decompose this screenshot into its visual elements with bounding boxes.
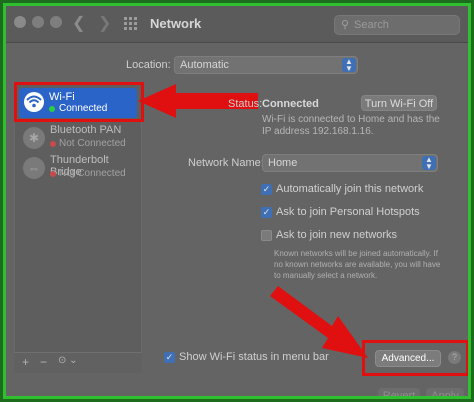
auto-join-label: Automatically join this network <box>276 183 424 195</box>
location-value: Automatic <box>180 59 229 71</box>
screenshot-frame: ❮ ❯ Network ⚲ Search Location: Automatic… <box>3 3 471 399</box>
status-dot <box>50 171 56 177</box>
sidebar-item-bluetooth-pan[interactable]: ✱ Bluetooth PAN Not Connected <box>15 121 141 155</box>
status-description: Wi-Fi is connected to Home and has the I… <box>262 114 440 137</box>
service-list: ✱ Bluetooth PAN Not Connected ⇔ Thunderb… <box>14 82 142 372</box>
zoom-window-button[interactable] <box>50 16 62 28</box>
network-name-value: Home <box>268 157 298 169</box>
network-adapter-icon: ⇔ <box>23 157 45 179</box>
new-networks-note: Known networks will be joined automatica… <box>274 249 441 280</box>
show-wifi-status-checkbox[interactable]: ✓ <box>164 352 175 363</box>
ask-hotspots-label: Ask to join Personal Hotspots <box>276 206 420 218</box>
bluetooth-icon: ✱ <box>23 127 45 149</box>
auto-join-checkbox[interactable]: ✓ <box>261 184 272 195</box>
search-field[interactable]: ⚲ Search <box>334 15 460 35</box>
highlight-box-wifi <box>14 82 144 122</box>
location-label: Location: <box>126 59 171 71</box>
action-menu-button[interactable]: ⊙ ⌄ <box>58 355 78 366</box>
remove-service-button[interactable]: − <box>40 355 47 369</box>
title-bar: ❮ ❯ Network ⚲ Search <box>6 6 468 43</box>
turn-wifi-off-button[interactable]: Turn Wi-Fi Off <box>361 95 437 111</box>
network-name-select[interactable]: Home ▲ ▼ <box>262 154 438 172</box>
location-select[interactable]: Automatic ▲ ▼ <box>174 56 358 74</box>
forward-arrow-icon[interactable]: ❯ <box>98 13 111 33</box>
network-name-label: Network Name: <box>188 157 264 169</box>
revert-button[interactable]: Revert <box>378 388 420 396</box>
add-service-button[interactable]: + <box>22 355 29 369</box>
service-status: Not Connected <box>59 138 126 149</box>
chevron-updown-icon: ▲ ▼ <box>422 156 436 171</box>
service-status: Not Connected <box>59 168 126 179</box>
chevron-updown-icon: ▲ ▼ <box>342 58 356 73</box>
status-label: Status: <box>228 98 263 110</box>
ask-hotspots-checkbox[interactable]: ✓ <box>261 207 272 218</box>
status-dot <box>50 141 56 147</box>
minimize-window-button[interactable] <box>32 16 44 28</box>
back-arrow-icon[interactable]: ❮ <box>72 13 85 33</box>
window-title: Network <box>150 16 202 31</box>
advanced-button[interactable]: Advanced... <box>375 350 441 367</box>
apply-button[interactable]: Apply <box>426 388 464 396</box>
ask-new-networks-checkbox[interactable] <box>261 230 272 241</box>
sidebar-item-thunderbolt-bridge[interactable]: ⇔ Thunderbolt Bridge Not Connected <box>15 151 141 185</box>
status-value: Connected <box>262 98 319 110</box>
show-all-grid-icon[interactable] <box>124 17 138 31</box>
search-icon: ⚲ <box>341 19 350 31</box>
show-wifi-status-label: Show Wi-Fi status in menu bar <box>179 351 329 363</box>
close-window-button[interactable] <box>14 16 26 28</box>
help-button[interactable]: ? <box>448 351 461 364</box>
search-placeholder: Search <box>354 19 389 31</box>
service-list-toolbar: + − ⊙ ⌄ <box>14 352 142 373</box>
ask-new-networks-label: Ask to join new networks <box>276 229 398 241</box>
network-preferences-window: ❮ ❯ Network ⚲ Search Location: Automatic… <box>6 6 468 396</box>
service-name: Bluetooth PAN <box>50 124 122 136</box>
red-arrow-diagonal-icon <box>270 286 368 358</box>
